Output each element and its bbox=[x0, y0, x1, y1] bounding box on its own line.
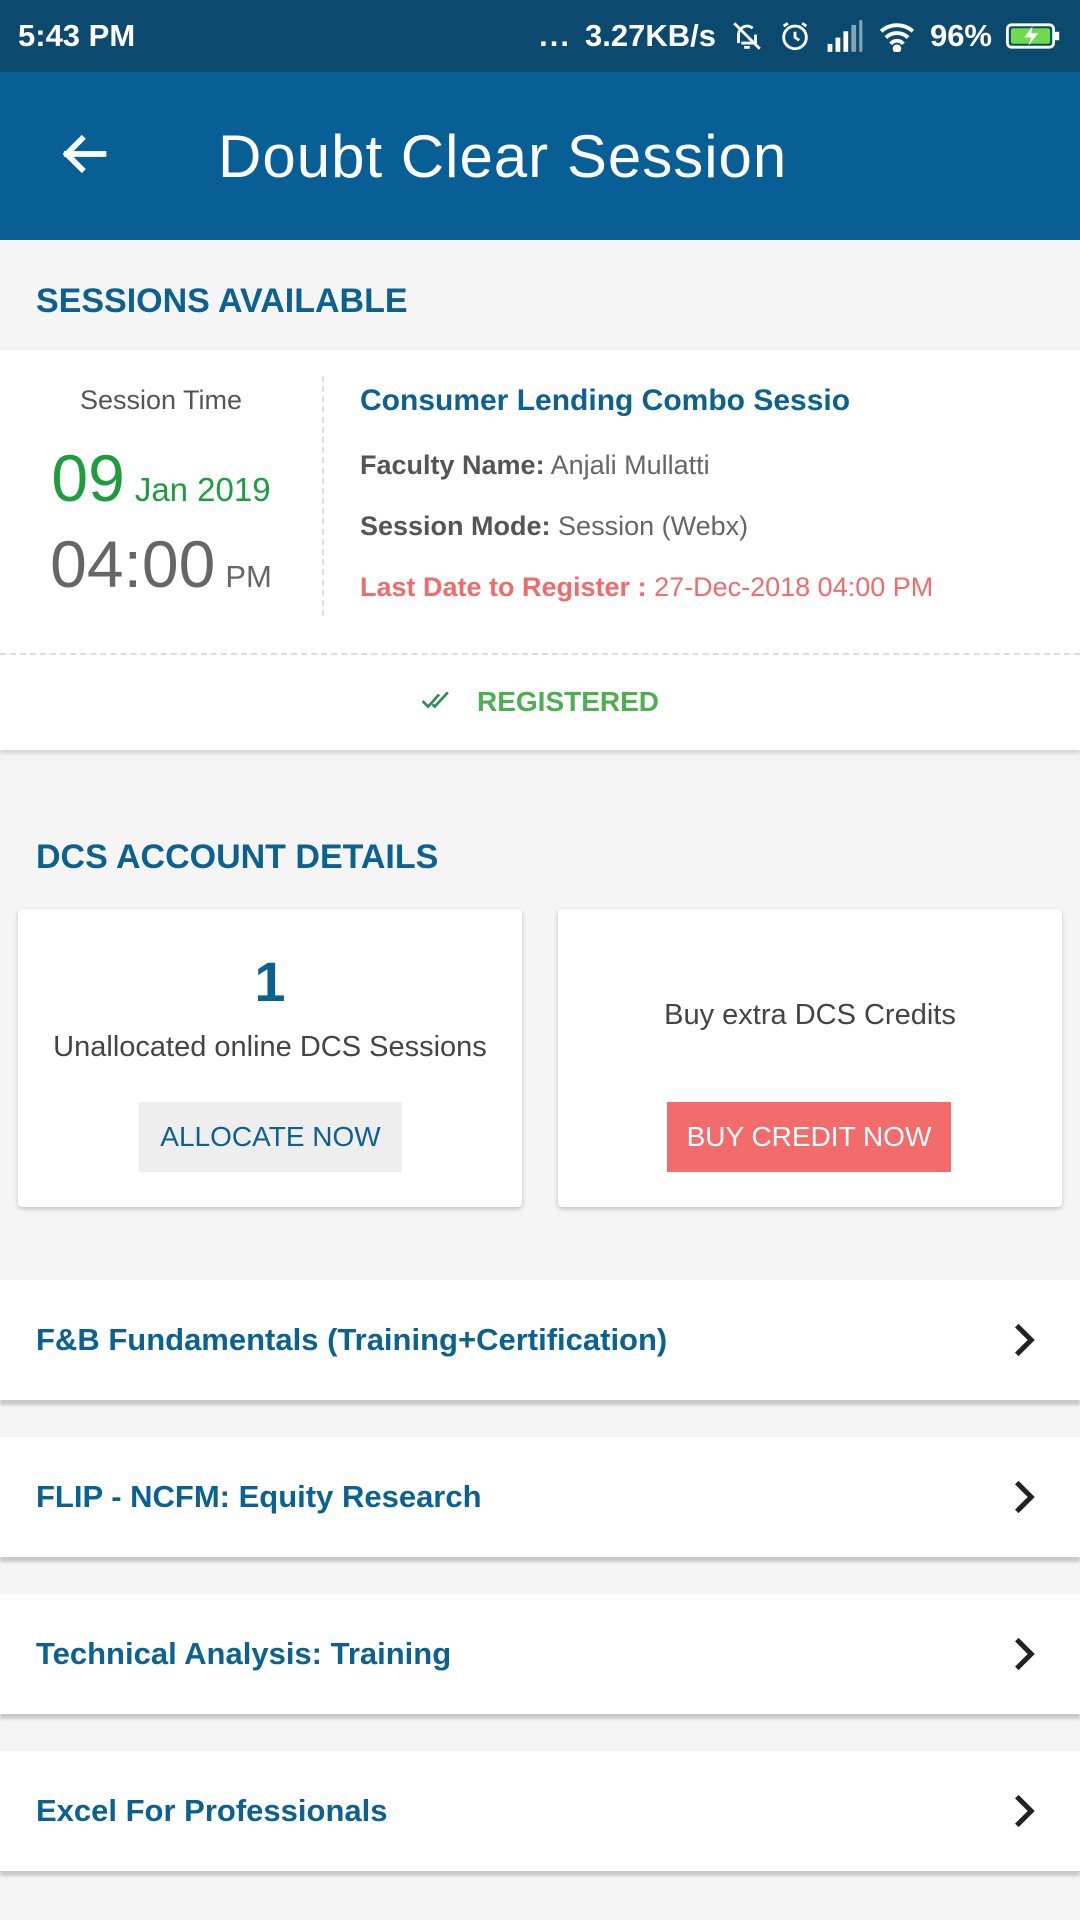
unallocated-count: 1 bbox=[254, 950, 286, 1013]
page-title: Doubt Clear Session bbox=[218, 122, 788, 190]
session-ampm: PM bbox=[225, 559, 272, 594]
bell-off-icon bbox=[730, 19, 764, 53]
faculty-label: Faculty Name: bbox=[360, 450, 545, 480]
session-clock: 04:00 PM bbox=[0, 526, 322, 602]
signal-icon bbox=[826, 20, 864, 52]
chevron-right-icon bbox=[1004, 1479, 1044, 1515]
alarm-icon bbox=[778, 19, 812, 53]
sessions-available-header: SESSIONS AVAILABLE bbox=[36, 282, 408, 320]
allocate-card: 1 Unallocated online DCS Sessions ALLOCA… bbox=[18, 909, 522, 1207]
register-deadline-value: 27-Dec-2018 04:00 PM bbox=[654, 572, 934, 602]
arrow-left-icon bbox=[58, 128, 110, 185]
session-mode-value: Session (Webx) bbox=[558, 511, 749, 541]
session-month-year: Jan 2019 bbox=[134, 471, 271, 508]
session-time-value: 04:00 bbox=[50, 527, 216, 601]
course-name: Excel For Professionals bbox=[36, 1793, 388, 1828]
register-deadline-label: Last Date to Register : bbox=[360, 572, 647, 602]
wifi-icon bbox=[878, 20, 916, 52]
session-mode-label: Session Mode: bbox=[360, 511, 551, 541]
course-name: FLIP - NCFM: Equity Research bbox=[36, 1479, 482, 1514]
session-date: 09 Jan 2019 bbox=[0, 440, 322, 516]
status-time: 5:43 PM bbox=[18, 18, 136, 53]
chevron-right-icon bbox=[1004, 1636, 1044, 1672]
course-name: Technical Analysis: Training bbox=[36, 1636, 452, 1671]
network-speed: 3.27KB/s bbox=[584, 18, 716, 53]
status-bar: 5:43 PM ... 3.27KB/s 96% bbox=[0, 0, 1080, 72]
buy-credit-now-button[interactable]: BUY CREDIT NOW bbox=[667, 1102, 951, 1172]
faculty-line: Faculty Name: Anjali Mullatti bbox=[360, 450, 710, 481]
chevron-right-icon bbox=[1004, 1322, 1044, 1358]
buy-credits-card: Buy extra DCS Credits BUY CREDIT NOW bbox=[558, 909, 1062, 1207]
chevron-right-icon bbox=[1004, 1793, 1044, 1829]
session-mode-line: Session Mode: Session (Webx) bbox=[360, 511, 748, 542]
vertical-divider bbox=[322, 376, 324, 616]
buy-credits-label: Buy extra DCS Credits bbox=[664, 999, 956, 1031]
battery-level: 96% bbox=[929, 18, 992, 53]
double-check-icon bbox=[421, 686, 455, 718]
session-time-label: Session Time bbox=[79, 385, 243, 415]
session-day: 09 bbox=[51, 441, 125, 515]
course-item-excel-professionals[interactable]: Excel For Professionals bbox=[0, 1751, 1080, 1871]
dcs-account-header: DCS ACCOUNT DETAILS bbox=[36, 838, 439, 876]
course-item-flip-ncfm[interactable]: FLIP - NCFM: Equity Research bbox=[0, 1437, 1080, 1557]
more-notifications-dots: ... bbox=[539, 18, 571, 53]
session-time-block: Session Time 09 Jan 2019 04:00 PM bbox=[0, 350, 322, 650]
back-button[interactable] bbox=[0, 72, 168, 240]
faculty-value: Anjali Mullatti bbox=[550, 450, 710, 480]
allocate-now-button[interactable]: ALLOCATE NOW bbox=[139, 1102, 402, 1172]
app-bar: Doubt Clear Session bbox=[0, 72, 1080, 240]
session-card[interactable]: Session Time 09 Jan 2019 04:00 PM Consum… bbox=[0, 350, 1080, 750]
course-item-fb-fundamentals[interactable]: F&B Fundamentals (Training+Certification… bbox=[0, 1280, 1080, 1400]
registered-status: REGISTERED bbox=[0, 653, 1080, 750]
status-indicators: ... 3.27KB/s 96% bbox=[539, 18, 1062, 54]
registered-label: REGISTERED bbox=[476, 685, 660, 717]
register-deadline-line: Last Date to Register : 27-Dec-2018 04:0… bbox=[360, 572, 933, 603]
session-title: Consumer Lending Combo Sessio bbox=[360, 384, 851, 417]
course-name: F&B Fundamentals (Training+Certification… bbox=[36, 1322, 668, 1357]
course-item-technical-analysis[interactable]: Technical Analysis: Training bbox=[0, 1594, 1080, 1714]
unallocated-label: Unallocated online DCS Sessions bbox=[53, 1031, 487, 1063]
battery-charging-icon bbox=[1006, 21, 1062, 51]
